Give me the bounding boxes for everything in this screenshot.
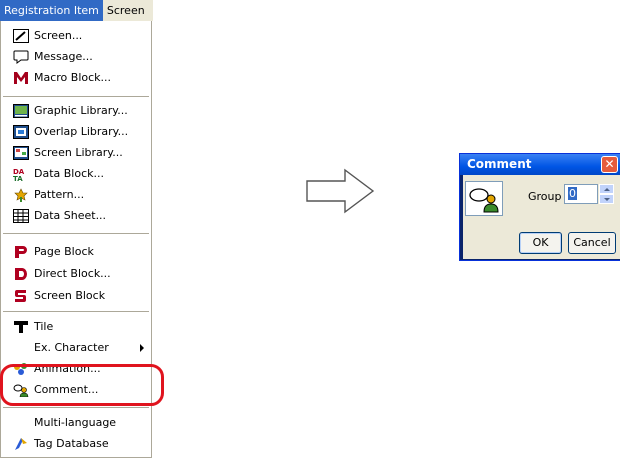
menu-item-macro-block[interactable]: Macro Block... [1, 68, 151, 88]
svg-text:TA: TA [13, 175, 23, 181]
menu-item-screen-block[interactable]: Screen Block [1, 286, 151, 306]
menu-bar: Registration Item Screen [0, 0, 153, 21]
group-spinner[interactable] [599, 184, 614, 204]
menu-separator [3, 311, 149, 312]
screen-block-icon [15, 290, 26, 302]
comment-icon-preview [465, 181, 503, 216]
submenu-arrow-icon [140, 344, 144, 352]
screen-library-icon [13, 146, 29, 160]
menu-separator [3, 96, 149, 97]
menu-item-page-block[interactable]: Page Block [1, 242, 151, 262]
close-button[interactable]: ✕ [601, 156, 618, 173]
dialog-title: Comment [467, 157, 532, 171]
tag-database-icon [15, 438, 27, 450]
menu-item-overlap-library[interactable]: Overlap Library... [1, 122, 151, 142]
macro-m-icon [14, 72, 28, 84]
close-icon: ✕ [604, 157, 615, 171]
pattern-icon [14, 188, 28, 202]
menu-item-graphic-library[interactable]: Graphic Library... [1, 101, 151, 121]
spin-up-icon[interactable] [599, 184, 614, 194]
menu-item-direct-block[interactable]: Direct Block... [1, 264, 151, 284]
menu-item-pattern[interactable]: Pattern... [1, 185, 151, 205]
menu-item-tag-database[interactable]: Tag Database [1, 434, 151, 454]
menu-item-tile[interactable]: Tile [1, 317, 151, 337]
group-label: Group [528, 190, 562, 203]
menu-item-data-sheet[interactable]: Data Sheet... [1, 206, 151, 226]
overlap-library-icon [13, 125, 29, 139]
right-arrow-icon [306, 168, 375, 214]
group-input[interactable]: 0 [564, 184, 598, 204]
menu-item-message[interactable]: Message... [1, 47, 151, 67]
spin-down-icon[interactable] [599, 194, 614, 204]
menu-item-data-block[interactable]: DA TA Data Block... [1, 164, 151, 184]
cancel-button[interactable]: Cancel [568, 232, 616, 254]
data-block-icon: DATA [13, 168, 25, 181]
comment-dialog: Comment ✕ Group 0 OK Cancel [459, 153, 620, 261]
graphic-library-icon [13, 104, 29, 118]
menubar-registration-item[interactable]: Registration Item [0, 0, 103, 21]
tile-icon [14, 321, 28, 333]
comment-icon [469, 188, 499, 213]
comment-highlight-ring [0, 364, 164, 406]
direct-block-icon [15, 268, 27, 280]
message-bubble-icon [13, 50, 29, 64]
screen-edit-icon [13, 29, 29, 43]
group-value: 0 [568, 187, 577, 200]
menu-item-screen[interactable]: Screen... [1, 26, 151, 46]
dialog-titlebar[interactable]: Comment ✕ [460, 154, 620, 175]
menu-item-multi-language[interactable]: Multi-language [1, 413, 151, 433]
menu-separator [3, 407, 149, 408]
menubar-screen[interactable]: Screen [103, 0, 149, 21]
menu-item-screen-library[interactable]: Screen Library... [1, 143, 151, 163]
menu-separator [3, 233, 149, 234]
menu-item-ex-character[interactable]: Ex. Character [1, 338, 151, 358]
page-block-icon [15, 246, 27, 258]
ok-button[interactable]: OK [519, 232, 562, 254]
dialog-body: Group 0 OK Cancel [463, 175, 620, 259]
data-sheet-icon [13, 209, 29, 223]
